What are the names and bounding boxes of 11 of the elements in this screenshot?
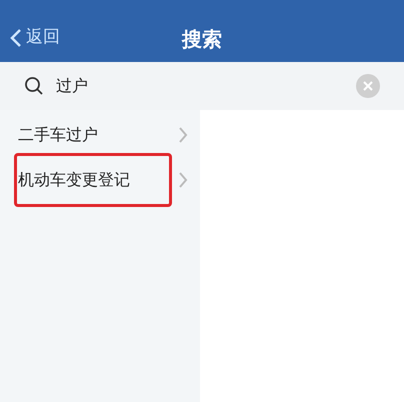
- chevron-left-icon: [10, 28, 22, 48]
- clear-icon[interactable]: [356, 74, 380, 98]
- result-item[interactable]: 机动车变更登记: [0, 157, 200, 202]
- chevron-right-icon: [178, 126, 188, 142]
- search-value: 过户: [56, 75, 89, 97]
- search-icon: [24, 76, 44, 96]
- search-field[interactable]: 过户: [0, 62, 404, 110]
- chevron-right-icon: [178, 172, 188, 188]
- back-button[interactable]: 返回: [10, 25, 60, 50]
- page-title: 搜索: [182, 26, 222, 52]
- result-item[interactable]: 二手车过户: [0, 112, 200, 157]
